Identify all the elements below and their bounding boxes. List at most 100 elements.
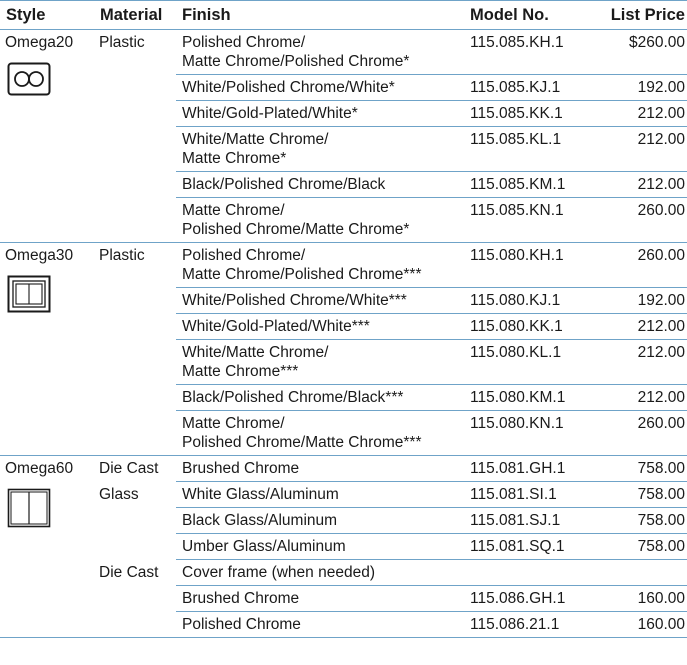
finish-cell: Polished Chrome	[176, 611, 464, 638]
header-model: Model No.	[464, 2, 586, 30]
style-cell: Omega20	[0, 29, 94, 243]
model-number-cell: 115.085.KJ.1	[464, 74, 586, 101]
finish-cell: Matte Chrome/Polished Chrome/Matte Chrom…	[176, 197, 464, 243]
finish-line: Umber Glass/Aluminum	[182, 538, 346, 555]
finish-line: Matte Chrome/Polished Chrome***	[182, 266, 422, 283]
finish-line: Matte Chrome***	[182, 363, 299, 380]
finish-cell: Matte Chrome/Polished Chrome/Matte Chrom…	[176, 410, 464, 456]
finish-cell: White/Matte Chrome/Matte Chrome***	[176, 339, 464, 385]
model-number-cell: 115.085.KH.1	[464, 29, 586, 75]
finish-line: Matte Chrome*	[182, 150, 287, 167]
finish-line: White/Gold-Plated/White*	[182, 105, 358, 122]
list-price-cell: 260.00	[586, 242, 687, 288]
list-price-cell: 758.00	[586, 507, 687, 534]
material-cell: Die Cast	[99, 460, 159, 477]
omega20-two-circle-button-icon	[7, 62, 94, 101]
finish-cell: Black/Polished Chrome/Black***	[176, 384, 464, 411]
finish-cell: White/Polished Chrome/White***	[176, 287, 464, 314]
finish-line: Brushed Chrome	[182, 460, 300, 477]
table-row: Omega30 Plastic Polished Chrome/Matte Chro…	[0, 242, 687, 456]
finish-line: White/Matte Chrome/	[182, 131, 329, 148]
finish-line: White/Gold-Plated/White***	[182, 318, 370, 335]
model-number-cell: 115.085.KN.1	[464, 197, 586, 243]
header-style: Style	[0, 2, 94, 30]
list-price-cell: 212.00	[586, 339, 687, 385]
list-price-cell: 260.00	[586, 410, 687, 456]
finish-cell: White/Matte Chrome/Matte Chrome*	[176, 126, 464, 172]
finish-line: White/Polished Chrome/White***	[182, 292, 407, 309]
material-cell: Plastic	[94, 242, 176, 456]
model-number-cell: 115.081.SI.1	[464, 481, 586, 508]
list-price-cell	[586, 559, 687, 586]
material-cell: Die Cast	[94, 559, 176, 638]
model-number-cell: 115.081.SQ.1	[464, 533, 586, 560]
list-price-cell: 192.00	[586, 287, 687, 314]
list-price-cell: $260.00	[586, 29, 687, 75]
style-cell: Omega30	[0, 242, 94, 456]
finish-line: Polished Chrome/Matte Chrome***	[182, 434, 422, 451]
list-price-cell: 212.00	[586, 100, 687, 127]
style-cell: Omega60	[0, 455, 94, 638]
header-price: List Price	[586, 2, 687, 30]
list-price-cell: 758.00	[586, 455, 687, 482]
finish-cell: Black Glass/Aluminum	[176, 507, 464, 534]
style-name: Omega20	[5, 34, 74, 51]
header-material: Material	[94, 2, 176, 30]
finish-line: Cover frame (when needed)	[182, 564, 375, 581]
model-number-cell: 115.080.KH.1	[464, 242, 586, 288]
omega60-split-panel-icon	[7, 488, 94, 533]
finish-cell: White/Gold-Plated/White***	[176, 313, 464, 340]
top-rule	[0, 0, 687, 1]
table-row: Glass White Glass/Aluminum 115.081.SI.1 758…	[0, 481, 687, 508]
model-number-cell: 115.080.KN.1	[464, 410, 586, 456]
finish-cell: Cover frame (when needed)	[176, 559, 464, 586]
list-price-cell: 160.00	[586, 585, 687, 612]
list-price-cell: 212.00	[586, 384, 687, 411]
table-row: Omega60 Die Cast Brushed Chrome 115.081.GH.…	[0, 455, 687, 638]
finish-line: Brushed Chrome	[182, 590, 300, 607]
finish-cell: Black/Polished Chrome/Black	[176, 171, 464, 198]
price-table: Style Material Finish Model No. List Pri…	[0, 2, 687, 638]
model-number-cell: 115.080.KM.1	[464, 384, 586, 411]
finish-line: White/Polished Chrome/White*	[182, 79, 395, 96]
material-cell: Plastic	[94, 29, 176, 243]
price-list-page: Style Material Finish Model No. List Pri…	[0, 0, 687, 665]
list-price-cell: 160.00	[586, 611, 687, 638]
model-number-cell: 115.086.21.1	[464, 611, 586, 638]
finish-cell: Brushed Chrome	[176, 455, 464, 482]
model-number-cell: 115.081.GH.1	[464, 455, 586, 482]
list-price-cell: 212.00	[586, 171, 687, 198]
finish-cell: White/Polished Chrome/White*	[176, 74, 464, 101]
omega30-dual-rectangle-button-icon	[7, 275, 94, 318]
finish-line: Matte Chrome/	[182, 202, 285, 219]
finish-cell: Polished Chrome/Matte Chrome/Polished Ch…	[176, 29, 464, 75]
model-number-cell: 115.080.KL.1	[464, 339, 586, 385]
finish-line: Polished Chrome	[182, 616, 301, 633]
model-number-cell: 115.086.GH.1	[464, 585, 586, 612]
model-number-cell: 115.085.KL.1	[464, 126, 586, 172]
list-price-cell: 192.00	[586, 74, 687, 101]
list-price-cell: 758.00	[586, 481, 687, 508]
style-name: Omega60	[5, 460, 74, 477]
finish-cell: Umber Glass/Aluminum	[176, 533, 464, 560]
model-number-cell: 115.081.SJ.1	[464, 507, 586, 534]
header-finish: Finish	[176, 2, 464, 30]
list-price-cell: 260.00	[586, 197, 687, 243]
model-number-cell: 115.085.KK.1	[464, 100, 586, 127]
list-price-cell: 212.00	[586, 313, 687, 340]
finish-cell: White Glass/Aluminum	[176, 481, 464, 508]
list-price-cell: 758.00	[586, 533, 687, 560]
style-name: Omega30	[5, 247, 74, 264]
finish-line: Matte Chrome/	[182, 415, 285, 432]
model-number-cell: 115.085.KM.1	[464, 171, 586, 198]
model-number-cell	[464, 559, 586, 586]
list-price-cell: 212.00	[586, 126, 687, 172]
header-row: Style Material Finish Model No. List Pri…	[0, 2, 687, 30]
finish-cell: Polished Chrome/Matte Chrome/Polished Ch…	[176, 242, 464, 288]
model-number-cell: 115.080.KJ.1	[464, 287, 586, 314]
finish-line: Black/Polished Chrome/Black***	[182, 389, 404, 406]
finish-line: Polished Chrome/	[182, 34, 306, 51]
finish-cell: Brushed Chrome	[176, 585, 464, 612]
finish-cell: White/Gold-Plated/White*	[176, 100, 464, 127]
finish-line: White Glass/Aluminum	[182, 486, 339, 503]
